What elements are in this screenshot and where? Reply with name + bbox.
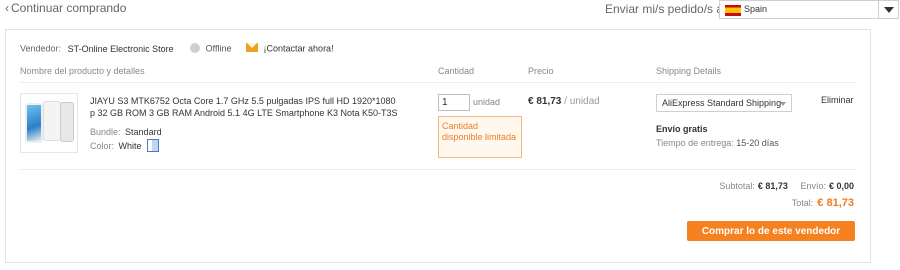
product-title[interactable]: JIAYU S3 MTK6752 Octa Core 1.7 GHz 5.5 p… xyxy=(90,95,400,119)
color-line: Color: White xyxy=(90,139,160,153)
offline-status-icon xyxy=(190,42,201,53)
shipping-method-value: AliExpress Standard Shipping xyxy=(662,98,782,108)
subtotal-row: Subtotal: € 81,73 Envío: € 0,00 xyxy=(719,181,854,191)
continue-shopping-label: Continuar comprando xyxy=(11,1,127,15)
delivery-value: 15-20 días xyxy=(736,138,779,148)
column-header-product: Nombre del producto y detalles xyxy=(20,66,145,76)
remove-item-link[interactable]: Eliminar xyxy=(821,95,854,105)
quantity-unit: unidad xyxy=(473,97,501,107)
seller-cart-card: Vendedor: ST-Online Electronic Store Off… xyxy=(5,29,871,263)
phone-side-image xyxy=(43,101,61,141)
contact-seller-link[interactable]: ¡Contactar ahora! xyxy=(264,44,334,54)
color-swatch-icon xyxy=(147,139,160,152)
divider xyxy=(20,169,856,170)
top-bar: ‹ Continuar comprando Enviar mi/s pedido/… xyxy=(0,0,900,22)
shipping-cost-label: Envío: xyxy=(800,181,826,191)
chevron-left-icon: ‹ xyxy=(5,1,9,15)
mail-icon xyxy=(246,43,259,53)
total-row: Total: € 81,73 xyxy=(792,197,854,209)
product-image[interactable] xyxy=(20,93,78,153)
continue-shopping-link[interactable]: ‹ Continuar comprando xyxy=(5,1,126,15)
color-value: White xyxy=(118,140,142,151)
subtotal-value: € 81,73 xyxy=(757,181,788,191)
total-label: Total: xyxy=(791,198,814,208)
phone-front-image xyxy=(25,103,43,143)
stock-warning: Cantidad disponible limitada xyxy=(438,116,522,158)
divider xyxy=(20,82,856,83)
spain-flag-icon xyxy=(725,5,741,16)
seller-name[interactable]: ST-Online Electronic Store xyxy=(68,44,174,54)
delivery-time: Tiempo de entrega: 15-20 días xyxy=(656,138,779,148)
color-label: Color: xyxy=(90,140,115,151)
unit-price: € 81,73 / unidad xyxy=(528,96,600,107)
country-select[interactable]: ES Spain xyxy=(719,0,899,19)
country-name: Spain xyxy=(744,4,768,14)
column-header-price: Precio xyxy=(528,66,554,76)
ship-to-label: Enviar mi/s pedido/s a: xyxy=(605,2,727,16)
chevron-down-icon xyxy=(780,102,786,106)
bundle-line: Bundle: Standard xyxy=(90,127,162,137)
quantity-input[interactable] xyxy=(438,94,470,111)
free-shipping-label: Envío gratis xyxy=(656,124,708,134)
bundle-value: Standard xyxy=(125,127,162,137)
column-header-shipping: Shipping Details xyxy=(656,66,722,76)
seller-info: Vendedor: ST-Online Electronic Store Off… xyxy=(20,42,334,57)
seller-label: Vendedor: xyxy=(20,43,62,54)
delivery-label: Tiempo de entrega: xyxy=(656,138,734,148)
shipping-method-select[interactable]: AliExpress Standard Shipping xyxy=(656,94,792,112)
phone-back-image xyxy=(60,102,74,142)
seller-status: Offline xyxy=(205,43,232,54)
price-unit: / unidad xyxy=(564,96,600,107)
shipping-cost-value: € 0,00 xyxy=(828,181,854,191)
buy-from-seller-button[interactable]: Comprar lo de este vendedor xyxy=(687,221,855,241)
bundle-label: Bundle: xyxy=(90,127,121,137)
total-value: € 81,73 xyxy=(817,197,854,209)
price-amount: € 81,73 xyxy=(528,96,562,107)
subtotal-label: Subtotal: xyxy=(719,181,755,191)
chevron-down-icon[interactable] xyxy=(878,1,898,18)
column-header-quantity: Cantidad xyxy=(438,66,475,76)
